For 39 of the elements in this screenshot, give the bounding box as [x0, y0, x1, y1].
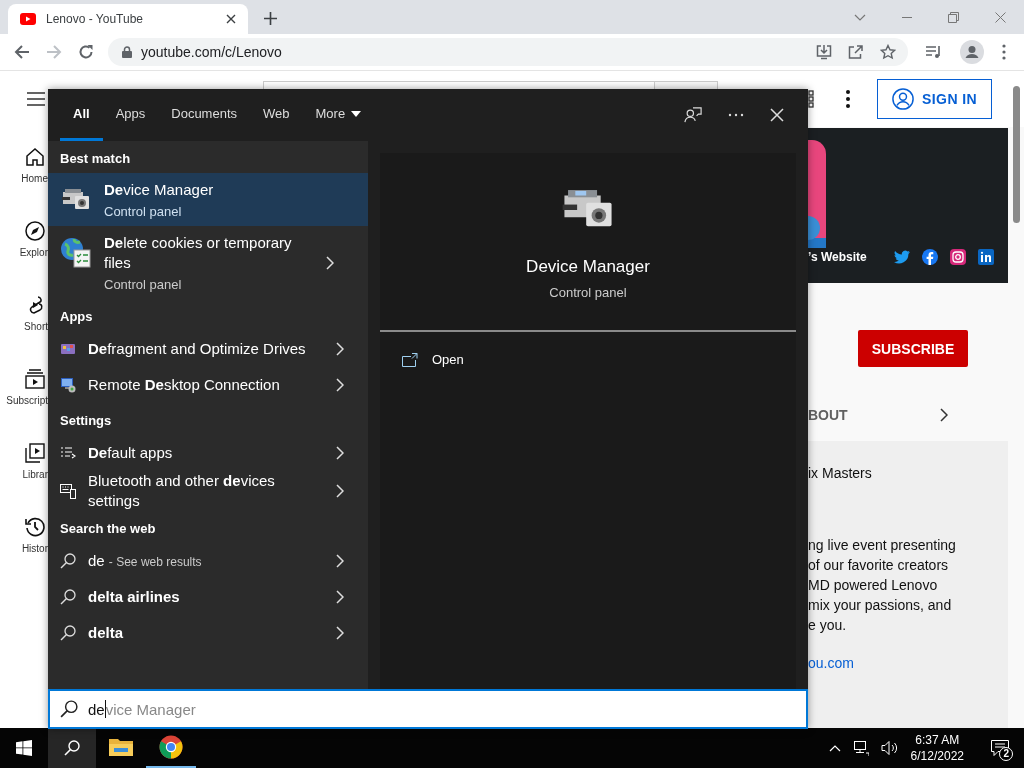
channel-tab[interactable]: BOUT: [808, 407, 848, 423]
filter-tab[interactable]: Documents: [158, 89, 250, 141]
sidebar-label[interactable]: Home: [21, 173, 48, 184]
sidebar-label[interactable]: Librar: [22, 469, 48, 480]
clock[interactable]: 6:37 AM 6/12/2022: [910, 732, 964, 764]
result-item[interactable]: delta: [48, 615, 368, 651]
section-heading: Best match: [59, 150, 132, 168]
browser-tab[interactable]: Lenovo - YouTube: [8, 4, 248, 34]
sidebar-label[interactable]: Explor: [19, 247, 48, 258]
section-heading: Apps: [59, 308, 94, 326]
result-item[interactable]: Device Manager Control panel: [48, 173, 368, 226]
preview-title: Device Manager: [526, 257, 650, 277]
result-item[interactable]: Bluetooth and other devices settings: [48, 471, 368, 511]
notification-count: 2: [999, 747, 1013, 761]
section-heading: Settings: [59, 412, 113, 430]
result-item[interactable]: Remote Desktop Connection: [48, 367, 368, 403]
address-bar[interactable]: youtube.com/c/Lenovo: [108, 38, 908, 66]
result-item[interactable]: Default apps: [48, 435, 368, 471]
about-title: ix Masters: [808, 465, 873, 481]
filter-tab[interactable]: Apps: [102, 89, 159, 141]
section-heading: Search the web: [59, 520, 157, 538]
website-link[interactable]: ’s Website: [808, 250, 867, 264]
about-description: ng live event presenting of our favorite creators MD powered Lenovo mix your passions, and e you.: [808, 536, 957, 635]
result-item[interactable]: Defragment and Optimize Drives: [48, 331, 368, 367]
website-link[interactable]: ou.com: [808, 655, 1008, 671]
filter-tab[interactable]: Web: [250, 89, 303, 141]
notifications-button[interactable]: 2: [976, 728, 1024, 768]
sidebar-label[interactable]: Histor: [21, 543, 48, 554]
search-field[interactable]: device Manager: [48, 689, 808, 729]
sidebar-label[interactable]: Subscript: [6, 395, 48, 406]
filter-tab[interactable]: More: [302, 89, 375, 141]
result-item[interactable]: de - See web results: [48, 543, 368, 579]
result-item[interactable]: Delete cookies or temporary files Control panel: [48, 226, 368, 299]
result-item[interactable]: delta airlines: [48, 579, 368, 615]
sign-in-button[interactable]: SIGN IN: [877, 79, 992, 119]
sidebar-label[interactable]: Short: [24, 321, 48, 332]
preview-subtitle: Control panel: [549, 285, 627, 300]
open-action[interactable]: Open: [402, 352, 464, 367]
subscribe-button[interactable]: SUBSCRIBE: [858, 330, 968, 367]
